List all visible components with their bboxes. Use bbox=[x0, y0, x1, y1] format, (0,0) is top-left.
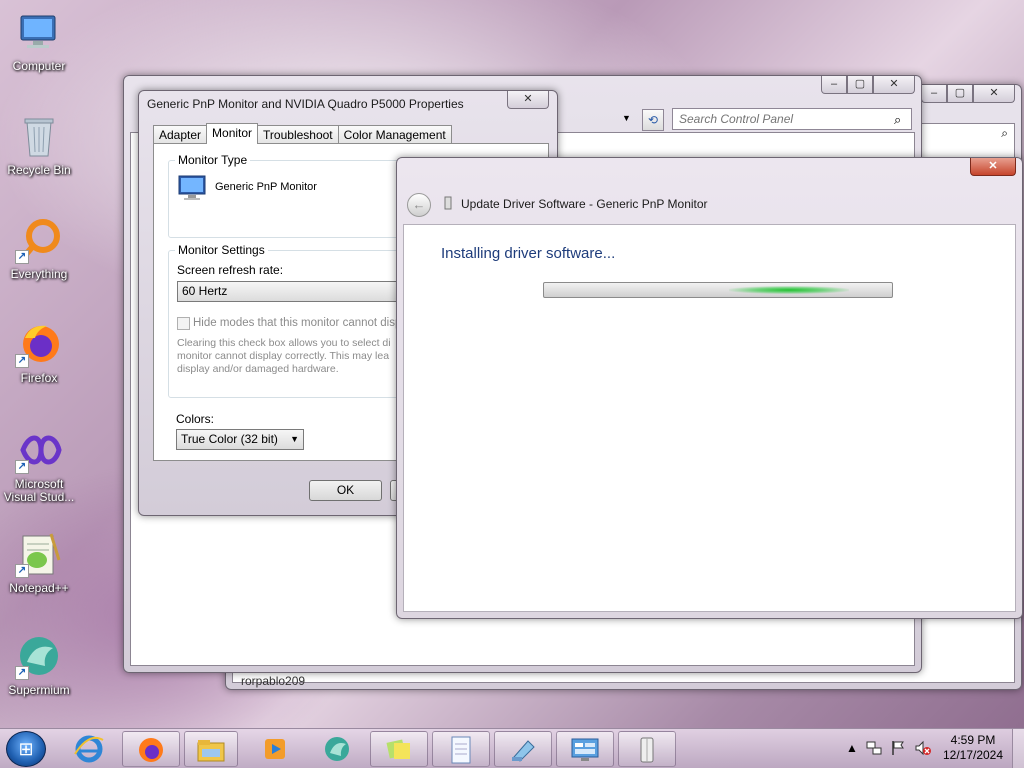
maximize-button[interactable]: ▢ bbox=[847, 76, 873, 94]
window-caption-buttons: ✕ bbox=[970, 158, 1016, 176]
refresh-button[interactable]: ⟲ bbox=[642, 109, 664, 131]
supermium-icon: ↗ bbox=[15, 632, 63, 680]
notepadpp-icon: ↗ bbox=[15, 530, 63, 578]
explorer-icon[interactable] bbox=[184, 731, 238, 767]
desktop-icon-notepadpp[interactable]: ↗ Notepad++ bbox=[0, 524, 78, 620]
firefox-icon[interactable] bbox=[122, 731, 180, 767]
monitor-icon bbox=[177, 173, 207, 206]
firefox-icon: ↗ bbox=[15, 320, 63, 368]
clock-time: 4:59 PM bbox=[950, 733, 996, 747]
shortcut-arrow-icon: ↗ bbox=[15, 354, 29, 368]
tab-color-management[interactable]: Color Management bbox=[337, 125, 452, 144]
progress-indicator bbox=[729, 286, 849, 294]
ie-icon[interactable] bbox=[60, 731, 118, 767]
desktop-icon-supermium[interactable]: ↗ Supermium bbox=[0, 626, 78, 722]
desktop-icon-visual-studio[interactable]: ↗ Microsoft Visual Stud... bbox=[0, 420, 78, 516]
window-caption-buttons: ‒ ▢ ✕ bbox=[821, 76, 915, 94]
refresh-rate-label: Screen refresh rate: bbox=[177, 263, 284, 277]
recycle-bin-icon bbox=[15, 112, 63, 160]
start-button[interactable]: ⊞ bbox=[6, 731, 46, 767]
desktop-icon-computer[interactable]: Computer bbox=[0, 2, 78, 98]
desktop-icon-recycle-bin[interactable]: Recycle Bin bbox=[0, 106, 78, 202]
shortcut-arrow-icon: ↗ bbox=[15, 460, 29, 474]
maximize-button[interactable]: ▢ bbox=[947, 85, 973, 103]
control-panel-icon[interactable] bbox=[556, 731, 614, 767]
desktop-icon-everything[interactable]: ↗ Everything bbox=[0, 210, 78, 306]
system-clock[interactable]: 4:59 PM 12/17/2024 bbox=[938, 733, 1008, 763]
close-button[interactable]: ✕ bbox=[507, 91, 549, 109]
ok-button[interactable]: OK bbox=[309, 480, 382, 501]
back-arrow-icon[interactable]: ← bbox=[407, 193, 431, 217]
desktop-icon-firefox[interactable]: ↗ Firefox bbox=[0, 314, 78, 410]
computer-icon bbox=[15, 8, 63, 56]
paint-icon[interactable] bbox=[494, 731, 552, 767]
close-button[interactable]: ✕ bbox=[973, 85, 1015, 103]
colors-value: True Color (32 bit) bbox=[181, 432, 278, 446]
warning-text: Clearing this check box allows you to se… bbox=[177, 337, 391, 376]
media-player-icon[interactable] bbox=[246, 731, 304, 767]
colors-label: Colors: bbox=[176, 412, 215, 426]
refresh-rate-value: 60 Hertz bbox=[182, 284, 228, 298]
window-caption-buttons: ‒ ▢ ✕ bbox=[921, 85, 1015, 103]
everything-icon: ↗ bbox=[15, 216, 63, 264]
warning-line: monitor cannot display correctly. This m… bbox=[177, 350, 390, 362]
clock-date: 12/17/2024 bbox=[942, 748, 1004, 762]
shortcut-arrow-icon: ↗ bbox=[15, 250, 29, 264]
search-input[interactable] bbox=[672, 108, 912, 130]
close-button[interactable]: ✕ bbox=[970, 158, 1016, 176]
notepad-icon[interactable] bbox=[432, 731, 490, 767]
dialog-title: Update Driver Software - Generic PnP Mon… bbox=[461, 197, 708, 211]
minimize-button[interactable]: ‒ bbox=[821, 76, 847, 94]
warning-line: display and/or damaged hardware. bbox=[177, 363, 339, 375]
shortcut-arrow-icon: ↗ bbox=[15, 666, 29, 680]
hide-modes-checkbox[interactable] bbox=[177, 317, 190, 330]
monitor-type-title: Monitor Type bbox=[175, 153, 251, 167]
progress-bar bbox=[543, 282, 893, 298]
warning-line: Clearing this check box allows you to se… bbox=[177, 337, 391, 349]
background-file-label: rorpablo209 bbox=[241, 674, 306, 688]
update-driver-content: Installing driver software... bbox=[403, 224, 1016, 612]
show-hidden-icons-button[interactable]: ▲ bbox=[846, 741, 858, 768]
chevron-down-icon: ▼ bbox=[290, 434, 299, 444]
hide-modes-label: Hide modes that this monitor cannot disp… bbox=[193, 317, 411, 329]
tab-troubleshoot[interactable]: Troubleshoot bbox=[257, 125, 339, 144]
status-heading: Installing driver software... bbox=[441, 245, 616, 262]
shortcut-arrow-icon: ↗ bbox=[15, 564, 29, 578]
show-desktop-button[interactable] bbox=[1012, 729, 1024, 768]
dialog-title: Generic PnP Monitor and NVIDIA Quadro P5… bbox=[147, 97, 464, 111]
monitor-settings-title: Monitor Settings bbox=[175, 243, 268, 257]
tab-strip: Adapter Monitor Troubleshoot Color Manag… bbox=[153, 123, 452, 144]
update-driver-dialog[interactable]: ✕ ← Update Driver Software - Generic PnP… bbox=[396, 157, 1023, 619]
colors-select[interactable]: True Color (32 bit) ▼ bbox=[176, 429, 304, 450]
monitor-name: Generic PnP Monitor bbox=[215, 181, 317, 193]
network-icon[interactable] bbox=[866, 740, 882, 768]
window-caption-buttons: ✕ bbox=[507, 91, 549, 109]
sticky-notes-icon[interactable] bbox=[370, 731, 428, 767]
search-icon[interactable]: ⌕ bbox=[894, 112, 901, 128]
close-button[interactable]: ✕ bbox=[873, 76, 915, 94]
minimize-button[interactable]: ‒ bbox=[921, 85, 947, 103]
device-icon bbox=[443, 196, 453, 213]
supermium-icon[interactable] bbox=[308, 731, 366, 767]
volume-muted-icon[interactable] bbox=[914, 740, 932, 768]
visual-studio-icon: ↗ bbox=[15, 426, 63, 474]
address-dropdown-arrow[interactable]: ▼ bbox=[622, 113, 631, 123]
search-icon[interactable]: ⌕ bbox=[1001, 126, 1008, 141]
device-icon[interactable] bbox=[618, 731, 676, 767]
tab-adapter[interactable]: Adapter bbox=[153, 125, 208, 144]
taskbar: ⊞ ▲ 4:59 PM 12/17/2024 bbox=[0, 728, 1024, 768]
action-center-flag-icon[interactable] bbox=[890, 740, 906, 768]
tab-monitor[interactable]: Monitor bbox=[206, 123, 259, 144]
